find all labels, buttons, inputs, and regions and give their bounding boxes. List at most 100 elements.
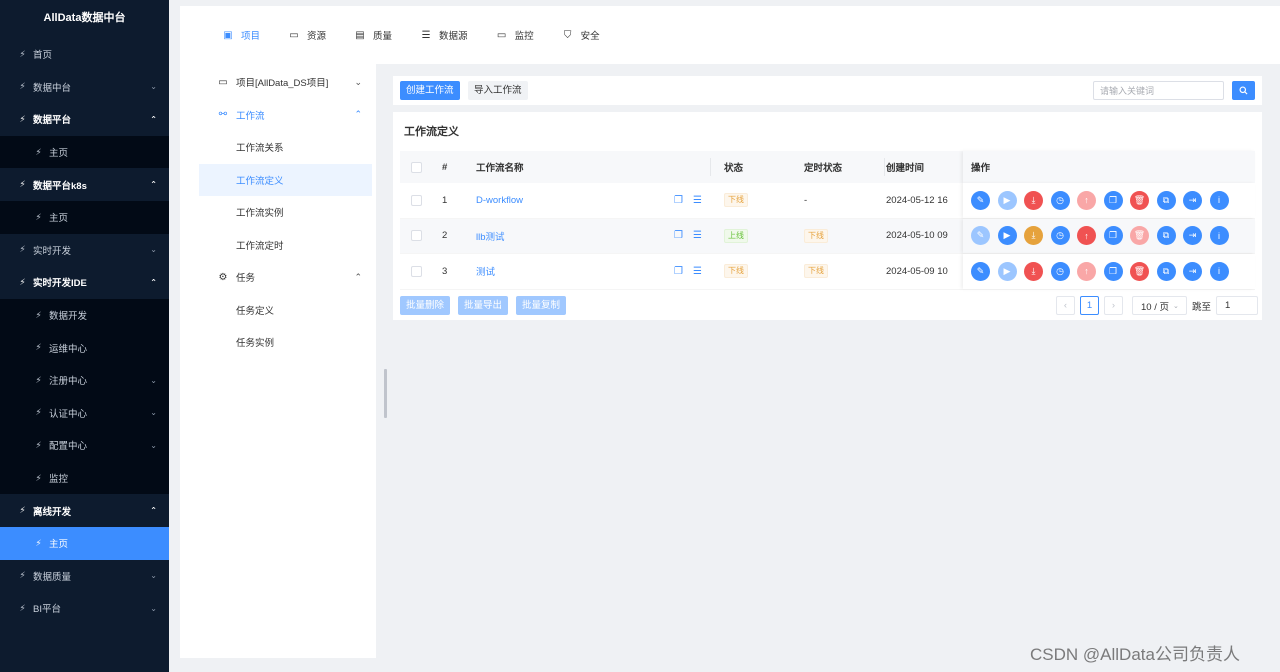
download-icon[interactable]: ⤓	[1024, 226, 1043, 246]
delete-icon[interactable]: 🗑	[1130, 261, 1149, 281]
col-index: #	[442, 161, 448, 173]
download-icon[interactable]: ⤓	[1024, 261, 1043, 281]
toolbar: 创建工作流 导入工作流	[393, 76, 1262, 105]
sidebar-item[interactable]: ⚡ 数据平台 ⌃	[0, 103, 169, 136]
prev-page-button[interactable]: ‹	[1056, 296, 1075, 315]
copy-icon[interactable]: ❐	[1103, 190, 1123, 210]
row-checkbox[interactable]	[411, 194, 422, 206]
select-all-checkbox[interactable]	[411, 161, 422, 173]
project-label: 项目[AllData_DS项目]	[236, 78, 329, 90]
copy-name-icon[interactable]: ❐	[674, 230, 683, 241]
info-icon[interactable]: i	[1209, 190, 1229, 210]
chevron-up-icon: ⌃	[354, 271, 362, 282]
sidebar-menu: ⚡ 首页 ⚡ 数据中台 ⌄ ⚡ 数据平台 ⌃ ⚡ 主页 ⚡ 数据平台k8s ⌃ ⚡ 主页 ⚡ 实时开发 ⌄ ⚡ 实时开…	[0, 38, 169, 625]
bulk-export-button[interactable]: 批量导出	[458, 296, 509, 315]
edit-icon[interactable]: ✎	[971, 226, 990, 246]
sidebar-item[interactable]: ⚡ 认证中心 ⌄	[0, 396, 169, 430]
search-button[interactable]	[1232, 81, 1255, 100]
tree-icon[interactable]: ⧉	[1156, 190, 1176, 210]
sidebar-item[interactable]: ⚡ 配置中心 ⌄	[0, 429, 169, 462]
chevron-down-icon: ⌄	[150, 375, 157, 385]
tab-shield[interactable]: ⛉ 安全	[562, 28, 600, 43]
row-checkbox[interactable]	[411, 230, 422, 242]
page-size-select[interactable]: 10 / 页 ⌄	[1132, 296, 1187, 315]
tab-project[interactable]: ▣ 项目	[222, 28, 261, 43]
copy-name-icon[interactable]: ❐	[674, 266, 683, 277]
copy-icon[interactable]: ❐	[1103, 226, 1123, 246]
copy-name-icon[interactable]: ❐	[674, 195, 683, 206]
run-icon[interactable]: ▶	[997, 226, 1017, 246]
delete-icon[interactable]: 🗑	[1130, 226, 1149, 246]
tab-folder[interactable]: ▭ 资源	[288, 28, 326, 43]
export-icon[interactable]: ⇥	[1183, 226, 1202, 246]
subnav-task-instance[interactable]: 任务实例	[199, 326, 372, 359]
tree-icon[interactable]: ⧉	[1156, 226, 1176, 246]
tab-document[interactable]: ▤ 质量	[354, 28, 392, 43]
copy-icon[interactable]: ❐	[1103, 261, 1123, 281]
tab-label: 项目	[241, 31, 261, 42]
page-number[interactable]: 1	[1080, 296, 1099, 315]
sub-nav: ▭ 项目[AllData_DS项目] ⌄ ⚯ 工作流 ⌃ 工作流关系 工作流定义…	[180, 64, 376, 658]
search-input[interactable]	[1093, 81, 1224, 100]
sidebar-item[interactable]: ⚡ 离线开发 ⌃	[0, 494, 169, 527]
subnav-workflow-relations[interactable]: 工作流关系	[199, 131, 372, 164]
timer-icon[interactable]: ◷	[1050, 261, 1070, 281]
export-icon[interactable]: ⇥	[1183, 261, 1202, 281]
subnav-workflow-definition[interactable]: 工作流定义	[199, 163, 372, 196]
run-icon[interactable]: ▶	[997, 261, 1017, 281]
workflow-name-link[interactable]: D-workflow	[476, 195, 523, 206]
timer-icon[interactable]: ◷	[1050, 190, 1070, 210]
bulk-copy-button[interactable]: 批量复制	[516, 296, 567, 315]
edit-icon[interactable]: ✎	[971, 261, 990, 281]
project-selector[interactable]: ▭ 项目[AllData_DS项目] ⌄	[180, 66, 376, 99]
edit-icon[interactable]: ✎	[971, 190, 990, 210]
workflow-name-link[interactable]: 测试	[476, 267, 495, 278]
sidebar-item[interactable]: ⚡ 主页	[0, 200, 169, 234]
tree-icon[interactable]: ⧉	[1156, 261, 1176, 281]
sidebar-item[interactable]: ⚡ 监控	[0, 461, 169, 495]
sidebar-item[interactable]: ⚡ 实时开发 ⌄	[0, 234, 169, 267]
upload-icon[interactable]: ↑	[1077, 190, 1096, 210]
workflow-group[interactable]: ⚯ 工作流 ⌃	[180, 99, 376, 132]
sidebar-item[interactable]: ⚡ 数据中台 ⌄	[0, 71, 169, 104]
sidebar-item[interactable]: ⚡ 数据开发	[0, 298, 169, 332]
delete-icon[interactable]: 🗑	[1130, 190, 1149, 210]
resize-handle[interactable]	[384, 369, 387, 418]
list-icon[interactable]: ☰	[693, 266, 702, 277]
jump-input[interactable]: 1	[1216, 296, 1259, 315]
run-icon[interactable]: ▶	[997, 190, 1017, 210]
bolt-icon: ⚡	[35, 472, 42, 483]
task-group[interactable]: ⚙ 任务 ⌃	[180, 261, 376, 294]
workflow-name-link[interactable]: llb测试	[476, 232, 505, 243]
sidebar-item[interactable]: ⚡ 数据平台k8s ⌃	[0, 168, 169, 201]
subnav-workflow-timer[interactable]: 工作流定时	[199, 229, 372, 262]
export-icon[interactable]: ⇥	[1183, 190, 1202, 210]
subnav-workflow-instance[interactable]: 工作流实例	[199, 196, 372, 229]
sidebar-item[interactable]: ⚡ 注册中心 ⌄	[0, 363, 169, 397]
next-page-button[interactable]: ›	[1104, 296, 1123, 315]
create-workflow-button[interactable]: 创建工作流	[400, 81, 460, 100]
upload-icon[interactable]: ↑	[1077, 261, 1096, 281]
list-icon[interactable]: ☰	[693, 195, 702, 206]
sidebar-item-label: 运维中心	[49, 343, 88, 355]
chevron-up-icon: ⌃	[150, 506, 157, 516]
sidebar-item[interactable]: ⚡ 运维中心	[0, 331, 169, 364]
upload-icon[interactable]: ↑	[1077, 226, 1096, 246]
sidebar-item[interactable]: ⚡ 实时开发IDE ⌃	[0, 266, 169, 299]
sidebar-item[interactable]: ⚡ BI平台 ⌄	[0, 592, 169, 625]
download-icon[interactable]: ⤓	[1024, 190, 1043, 210]
tab-database[interactable]: ☰ 数据源	[420, 28, 468, 43]
subnav-task-definition[interactable]: 任务定义	[199, 294, 372, 327]
import-workflow-button[interactable]: 导入工作流	[468, 81, 528, 100]
row-checkbox[interactable]	[411, 265, 422, 277]
list-icon[interactable]: ☰	[693, 230, 702, 241]
info-icon[interactable]: i	[1209, 261, 1229, 281]
sidebar-item[interactable]: ⚡ 数据质量 ⌄	[0, 560, 169, 593]
info-icon[interactable]: i	[1209, 226, 1229, 246]
timer-icon[interactable]: ◷	[1050, 226, 1070, 246]
sidebar-item[interactable]: ⚡ 主页	[0, 526, 169, 560]
sidebar-item[interactable]: ⚡ 主页	[0, 135, 169, 169]
tab-monitor[interactable]: ▭ 监控	[496, 28, 534, 43]
sidebar-item[interactable]: ⚡ 首页	[0, 38, 169, 71]
bulk-delete-button[interactable]: 批量删除	[400, 296, 451, 315]
